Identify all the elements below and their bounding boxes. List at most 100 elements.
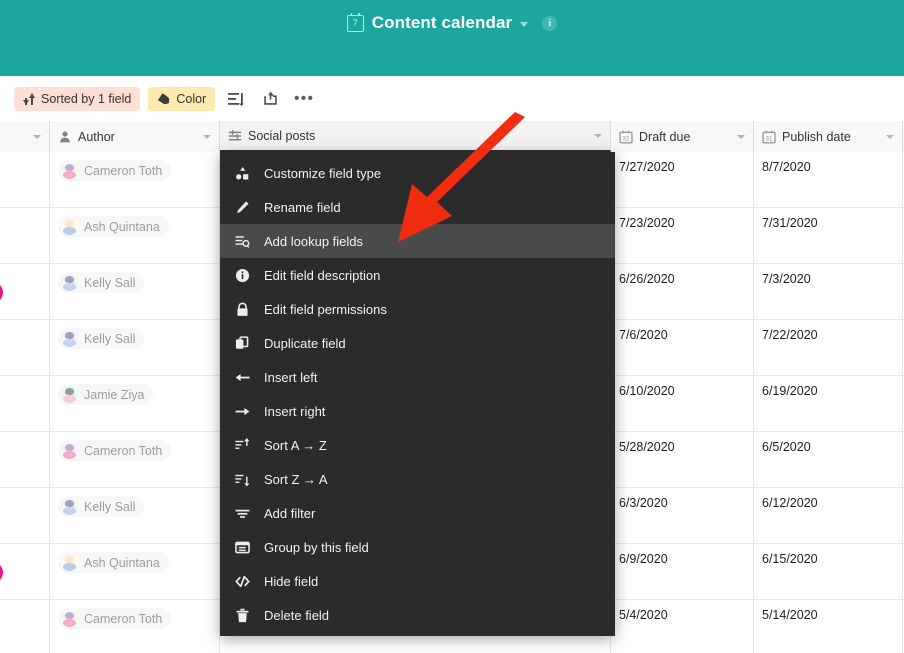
pencil-icon: [234, 199, 250, 215]
cell-status-flag[interactable]: [0, 376, 50, 432]
collaborator-chip: Cameron Toth: [58, 608, 172, 629]
cell-publish-date[interactable]: 7/31/2020: [754, 208, 903, 264]
arrow-right-icon: [234, 403, 250, 419]
chevron-down-icon[interactable]: [594, 133, 602, 138]
column-header-draft[interactable]: 31 Draft due: [611, 121, 754, 152]
menu-item-edit-field-permissions[interactable]: Edit field permissions: [220, 292, 615, 326]
cell-draft-due[interactable]: 6/26/2020: [611, 264, 754, 320]
cell-draft-due[interactable]: 5/28/2020: [611, 432, 754, 488]
chevron-down-icon[interactable]: [203, 134, 211, 139]
paint-drop-icon: [158, 93, 170, 105]
cell-publish-date[interactable]: 7/3/2020: [754, 264, 903, 320]
author-name: Kelly Sall: [84, 331, 136, 346]
cell-author[interactable]: Jamie Ziya: [50, 376, 220, 432]
cell-draft-due[interactable]: 7/6/2020: [611, 320, 754, 376]
avatar: [61, 274, 78, 291]
cell-status-flag[interactable]: ls: [0, 264, 50, 320]
cell-status-flag[interactable]: [0, 488, 50, 544]
menu-item-delete-field[interactable]: Delete field: [220, 598, 615, 632]
date-value: 7/6/2020: [619, 328, 668, 342]
field-context-menu[interactable]: Customize field type Rename field Add look…: [220, 152, 615, 636]
cell-publish-date[interactable]: 6/12/2020: [754, 488, 903, 544]
menu-item-hide-field[interactable]: Hide field: [220, 564, 615, 598]
column-header-flag[interactable]: [0, 121, 50, 152]
author-name: Kelly Sall: [84, 275, 136, 290]
cell-draft-due[interactable]: 6/3/2020: [611, 488, 754, 544]
menu-item-sort-a-z[interactable]: Sort A → Z: [220, 428, 615, 462]
menu-item-add-lookup-fields[interactable]: Add lookup fields: [220, 224, 615, 258]
cell-draft-due[interactable]: 5/4/2020: [611, 600, 754, 653]
collaborator-chip: Ash Quintana: [58, 552, 169, 573]
cell-status-flag[interactable]: [0, 152, 50, 208]
chevron-down-icon[interactable]: [737, 134, 745, 139]
column-header-label: Social posts: [248, 128, 316, 143]
chevron-down-icon[interactable]: [520, 22, 529, 27]
menu-item-label: Hide field: [264, 573, 319, 589]
cell-status-flag[interactable]: [0, 208, 50, 264]
menu-item-insert-right[interactable]: Insert right: [220, 394, 615, 428]
collaborator-chip: Cameron Toth: [58, 160, 172, 181]
menu-item-label: Insert left: [264, 369, 318, 385]
cell-publish-date[interactable]: 6/15/2020: [754, 544, 903, 600]
cell-status-flag[interactable]: ls: [0, 544, 50, 600]
info-icon[interactable]: i: [542, 15, 558, 31]
menu-item-insert-left[interactable]: Insert left: [220, 360, 615, 394]
calendar-icon: 7: [346, 12, 364, 32]
date-icon: 31: [619, 130, 633, 143]
cell-publish-date[interactable]: 6/5/2020: [754, 432, 903, 488]
view-title-group: 7 Content calendar i: [0, 8, 904, 38]
more-horizontal-icon: •••: [294, 89, 315, 107]
person-icon: [60, 130, 70, 142]
cell-status-flag[interactable]: [0, 432, 50, 488]
cell-author[interactable]: Kelly Sall: [50, 488, 220, 544]
date-value: 6/3/2020: [619, 496, 668, 510]
cell-author[interactable]: Cameron Toth: [50, 152, 220, 208]
menu-item-sort-z-a[interactable]: Sort Z → A: [220, 462, 615, 496]
author-name: Jamie Ziya: [84, 387, 145, 402]
menu-item-label: Duplicate field: [264, 335, 346, 351]
app-header-bar: 7 Content calendar i: [0, 0, 904, 76]
column-header-publish[interactable]: 31 Publish date: [754, 121, 903, 152]
date-icon: 31: [762, 130, 776, 143]
status-badge: ls: [0, 561, 4, 583]
column-header-author[interactable]: Author: [50, 121, 220, 152]
cell-author[interactable]: Cameron Toth: [50, 432, 220, 488]
cell-author[interactable]: Ash Quintana: [50, 544, 220, 600]
cell-draft-due[interactable]: 7/23/2020: [611, 208, 754, 264]
menu-item-edit-field-description[interactable]: Edit field description: [220, 258, 615, 292]
cell-author[interactable]: Kelly Sall: [50, 264, 220, 320]
chevron-down-icon[interactable]: [33, 134, 41, 139]
column-header-label: Publish date: [782, 129, 851, 144]
row-height-button[interactable]: [223, 86, 249, 112]
cell-draft-due[interactable]: 6/9/2020: [611, 544, 754, 600]
cell-draft-due[interactable]: 7/27/2020: [611, 152, 754, 208]
collaborator-chip: Kelly Sall: [58, 272, 145, 293]
cell-status-flag[interactable]: [0, 320, 50, 376]
menu-item-group-by-this-field[interactable]: Group by this field: [220, 530, 615, 564]
cell-draft-due[interactable]: 6/10/2020: [611, 376, 754, 432]
share-view-button[interactable]: [257, 86, 283, 112]
date-value: 7/3/2020: [762, 272, 811, 286]
sort-asc-icon: [234, 437, 250, 453]
cell-publish-date[interactable]: 5/14/2020: [754, 600, 903, 653]
menu-item-add-filter[interactable]: Add filter: [220, 496, 615, 530]
color-button[interactable]: Color: [148, 86, 216, 111]
chevron-down-icon[interactable]: [886, 134, 894, 139]
sorted-by-field-button[interactable]: Sorted by 1 field: [14, 86, 141, 111]
cell-publish-date[interactable]: 6/19/2020: [754, 376, 903, 432]
menu-item-customize-field-type[interactable]: Customize field type: [220, 156, 615, 190]
cell-publish-date[interactable]: 8/7/2020: [754, 152, 903, 208]
cell-author[interactable]: Kelly Sall: [50, 320, 220, 376]
cell-status-flag[interactable]: [0, 600, 50, 653]
menu-item-duplicate-field[interactable]: Duplicate field: [220, 326, 615, 360]
color-button-label: Color: [176, 91, 207, 106]
column-header-social[interactable]: Social posts: [220, 121, 611, 152]
more-options-button[interactable]: •••: [291, 86, 317, 112]
menu-item-label: Edit field description: [264, 267, 381, 283]
avatar: [61, 218, 78, 235]
cell-author[interactable]: Ash Quintana: [50, 208, 220, 264]
menu-item-rename-field[interactable]: Rename field: [220, 190, 615, 224]
cell-author[interactable]: Cameron Toth: [50, 600, 220, 653]
airtable-grid-view-screen: 7 Content calendar i Sorted by 1 field C…: [0, 0, 904, 653]
cell-publish-date[interactable]: 7/22/2020: [754, 320, 903, 376]
